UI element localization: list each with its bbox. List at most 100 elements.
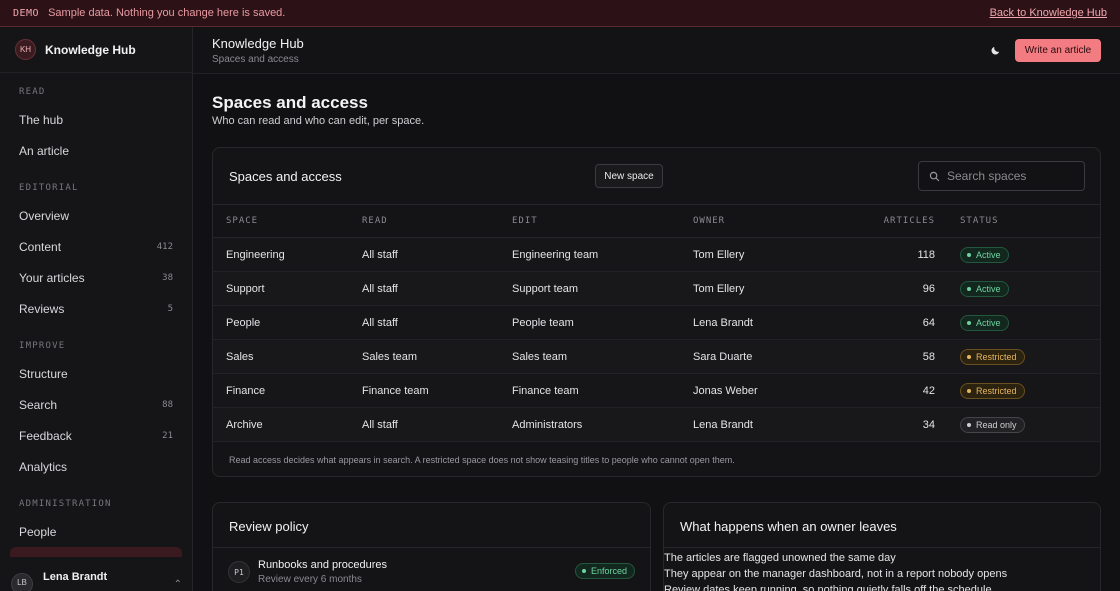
- sidebar-item-label: Feedback: [19, 428, 72, 443]
- demo-tag: DEMO: [13, 7, 40, 19]
- status-badge: Active: [960, 280, 1009, 297]
- search-icon: [929, 171, 940, 181]
- edit-access: Finance team: [512, 384, 579, 397]
- spaces-card: Spaces and access New space SPACE READ E…: [212, 147, 1101, 477]
- edit-access: Engineering team: [512, 248, 599, 261]
- status-badge: Restricted: [960, 382, 1025, 399]
- sidebar-item-active-indicator[interactable]: [10, 547, 182, 557]
- policy-code: P1: [228, 561, 250, 583]
- user-menu[interactable]: LB Lena Brandt ⌃: [0, 569, 192, 591]
- policy-subtitle: Review every 6 months: [258, 574, 362, 585]
- nav-section-heading: READ: [19, 87, 46, 97]
- sidebar-item-label: Reviews: [19, 301, 65, 316]
- sidebar-item-people[interactable]: People: [0, 516, 192, 547]
- spaces-card-title: Spaces and access: [229, 169, 342, 184]
- sidebar-item-reviews[interactable]: Reviews 5: [0, 293, 192, 324]
- sidebar-item-count: 88: [162, 399, 173, 410]
- table-header: SPACE READ EDIT OWNER ARTICLES STATUS: [213, 204, 1100, 238]
- space-name: Finance: [226, 384, 266, 397]
- top-header: Knowledge Hub Spaces and access Write an…: [193, 27, 1120, 74]
- sidebar-item-content[interactable]: Content 412: [0, 231, 192, 262]
- chevron-up-down-icon: ⌃: [173, 578, 182, 590]
- sidebar-nav: READ The hub An article EDITORIAL Overview Co…: [0, 73, 192, 547]
- owner-name: Sara Duarte: [693, 350, 753, 363]
- search-box[interactable]: [918, 161, 1085, 191]
- sidebar-item-count: 412: [156, 241, 173, 252]
- column-header-owner[interactable]: OWNER: [693, 216, 725, 226]
- read-access: All staff: [362, 248, 398, 261]
- article-count: 64: [922, 316, 935, 329]
- avatar: LB: [11, 573, 33, 591]
- space-name: Archive: [226, 418, 263, 431]
- column-header-articles[interactable]: ARTICLES: [853, 216, 935, 226]
- access-note: Read access decides what appears in sear…: [229, 455, 735, 465]
- table-row[interactable]: Engineering All staff Engineering team Tom …: [213, 238, 1100, 272]
- sidebar-item-overview[interactable]: Overview: [0, 200, 192, 231]
- sidebar-item-label: Analytics: [19, 459, 68, 474]
- status-badge: Enforced: [575, 563, 636, 579]
- sidebar-item-your-articles[interactable]: Your articles 38: [0, 262, 192, 293]
- table-row[interactable]: Support All staff Support team Tom Ellery 96…: [213, 272, 1100, 306]
- list-item: Review dates keep running, so nothing qu…: [664, 584, 992, 591]
- status-badge: Active: [960, 246, 1009, 263]
- article-count: 42: [922, 384, 935, 397]
- status-label: Read only: [976, 419, 1017, 430]
- moon-icon[interactable]: [988, 43, 1002, 57]
- sidebar-item-an-article[interactable]: An article: [0, 135, 192, 166]
- sidebar-item-feedback[interactable]: Feedback 21: [0, 420, 192, 451]
- header-subtitle: Spaces and access: [212, 54, 299, 65]
- demo-banner: DEMO Sample data. Nothing you change her…: [0, 0, 1120, 27]
- space-name: Sales: [226, 350, 254, 363]
- article-count: 34: [922, 418, 935, 431]
- policy-title[interactable]: Runbooks and procedures: [258, 559, 387, 571]
- status-badge: Active: [960, 314, 1009, 331]
- column-header-status[interactable]: STATUS: [960, 216, 999, 226]
- owner-name: Jonas Weber: [693, 384, 758, 397]
- status-dot: [967, 354, 971, 359]
- sidebar-item-label: Structure: [19, 366, 68, 381]
- table-row[interactable]: Archive All staff Administrators Lena Brand…: [213, 408, 1100, 442]
- list-item: They appear on the manager dashboard, no…: [664, 568, 1008, 580]
- column-header-read[interactable]: READ: [362, 216, 388, 226]
- table-row[interactable]: Sales Sales team Sales team Sara Duarte 58 Re…: [213, 340, 1100, 374]
- table-row[interactable]: Finance Finance team Finance team Jonas Web…: [213, 374, 1100, 408]
- status-dot: [967, 286, 971, 291]
- space-name: Support: [226, 282, 265, 295]
- space-name: People: [226, 316, 261, 329]
- read-access: Finance team: [362, 384, 429, 397]
- back-to-hub-link[interactable]: Back to Knowledge Hub: [990, 7, 1107, 19]
- status-label: Active: [976, 283, 1001, 294]
- table-row[interactable]: People All staff People team Lena Brandt 64 A…: [213, 306, 1100, 340]
- sidebar-item-structure[interactable]: Structure: [0, 358, 192, 389]
- status-label: Enforced: [591, 566, 628, 576]
- column-header-edit[interactable]: EDIT: [512, 216, 538, 226]
- page-subtitle: Who can read and who can edit, per space…: [212, 115, 425, 127]
- brand-logo: KH: [15, 39, 36, 60]
- write-article-button[interactable]: Write an article: [1015, 39, 1101, 62]
- edit-access: Support team: [512, 282, 579, 295]
- search-input[interactable]: [947, 169, 1077, 183]
- status-dot: [582, 569, 586, 573]
- new-space-button[interactable]: New space: [595, 164, 663, 188]
- space-name: Engineering: [226, 248, 285, 261]
- sidebar-item-the-hub[interactable]: The hub: [0, 104, 192, 135]
- nav-section-heading: ADMINISTRATION: [19, 499, 112, 509]
- status-dot: [967, 388, 971, 393]
- table-body: Engineering All staff Engineering team Tom …: [213, 238, 1100, 442]
- owner-name: Tom Ellery: [693, 248, 745, 261]
- sidebar-item-search[interactable]: Search 88: [0, 389, 192, 420]
- sidebar-item-analytics[interactable]: Analytics: [0, 451, 192, 482]
- sidebar-item-count: 38: [162, 272, 173, 283]
- divider: [213, 547, 650, 548]
- sidebar: KH Knowledge Hub READ The hub An article ED…: [0, 27, 193, 591]
- owner-leaves-card: What happens when an owner leaves The ar…: [663, 502, 1101, 591]
- sidebar-item-label: An article: [19, 143, 70, 158]
- divider: [664, 547, 1100, 548]
- column-header-space[interactable]: SPACE: [226, 216, 258, 226]
- sidebar-item-label: Search: [19, 397, 58, 412]
- owner-name: Tom Ellery: [693, 282, 745, 295]
- page-title: Spaces and access: [212, 93, 368, 112]
- user-name: Lena Brandt: [43, 571, 108, 583]
- status-label: Active: [976, 249, 1001, 260]
- brand[interactable]: KH Knowledge Hub: [0, 27, 192, 73]
